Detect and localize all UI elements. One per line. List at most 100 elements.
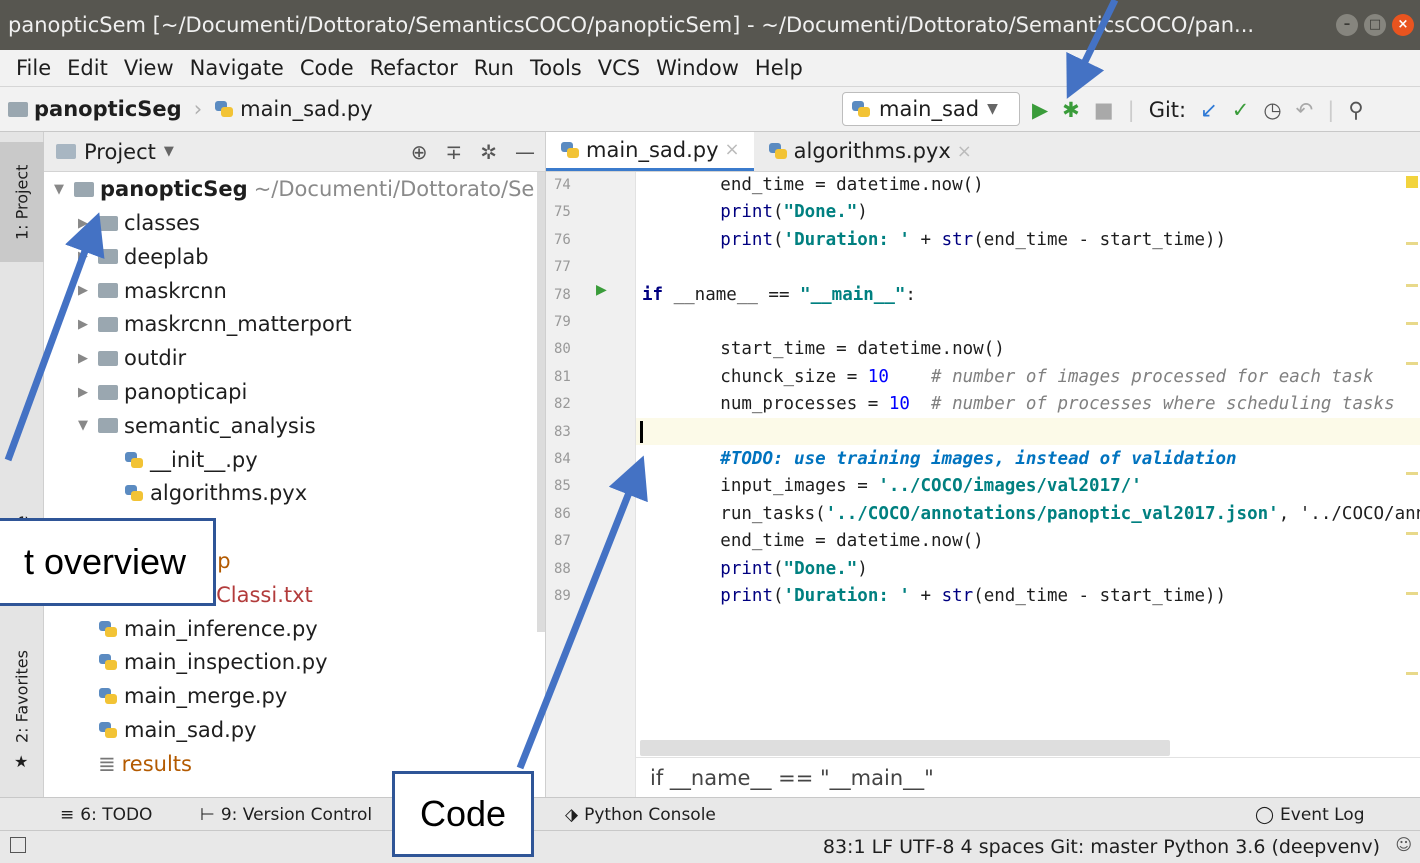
vcs-commit-icon[interactable]: ✓ bbox=[1232, 98, 1250, 122]
minimize-button[interactable]: – bbox=[1336, 14, 1358, 36]
editor-panel: main_sad.py × algorithms.pyx × 74 75 76 77 7… bbox=[546, 132, 1420, 797]
editor-breadcrumb[interactable]: if __name__ == "__main__" bbox=[636, 757, 1420, 797]
tree-folder[interactable]: ▶ maskrcnn_matterport bbox=[78, 307, 352, 341]
tab-main-sad[interactable]: main_sad.py × bbox=[546, 132, 754, 171]
code-line[interactable]: run_tasks('../COCO/annotations/panoptic_… bbox=[636, 501, 1420, 528]
collapsed-arrow-icon[interactable]: ▶ bbox=[78, 216, 92, 231]
expand-arrow-icon[interactable]: ▼ bbox=[78, 418, 92, 433]
code-line[interactable]: if __name__ == "__main__": bbox=[642, 282, 916, 309]
collapsed-arrow-icon[interactable]: ▶ bbox=[78, 317, 92, 332]
tree-file[interactable]: __init__.py bbox=[104, 443, 258, 477]
run-gutter-icon[interactable]: ▶ bbox=[596, 282, 607, 298]
toggle-panels-icon[interactable] bbox=[10, 837, 26, 853]
stripe-mark[interactable] bbox=[1406, 284, 1418, 287]
menu-refactor[interactable]: Refactor bbox=[362, 56, 466, 80]
hide-icon[interactable]: — bbox=[515, 140, 535, 164]
status-info[interactable]: 83:1 LF UTF-8 4 spaces Git: master Pytho… bbox=[823, 831, 1380, 863]
menu-window[interactable]: Window bbox=[648, 56, 747, 80]
breadcrumb-project[interactable]: panopticSeg bbox=[34, 97, 182, 121]
menu-edit[interactable]: Edit bbox=[59, 56, 116, 80]
stripe-mark[interactable] bbox=[1406, 242, 1418, 245]
tab-favorites-toolwindow[interactable]: 2: Favorites bbox=[0, 632, 44, 762]
stripe-mark[interactable] bbox=[1406, 362, 1418, 365]
tree-file[interactable]: main_inference.py bbox=[78, 612, 318, 646]
inspector-icon[interactable]: ☺ bbox=[1395, 835, 1412, 854]
tree-file[interactable]: main_sad.py bbox=[78, 713, 257, 747]
menu-view[interactable]: View bbox=[116, 56, 182, 80]
tool-window-event-log[interactable]: ◯ Event Log bbox=[1255, 798, 1365, 831]
tab-algorithms[interactable]: algorithms.pyx × bbox=[754, 132, 986, 171]
tree-file[interactable]: main_merge.py bbox=[78, 679, 287, 713]
collapsed-arrow-icon[interactable]: ▶ bbox=[78, 385, 92, 400]
tree-folder[interactable]: ▼ semantic_analysis bbox=[78, 409, 316, 443]
tree-file[interactable]: algorithms.pyx bbox=[104, 476, 307, 510]
project-scrollbar[interactable] bbox=[537, 172, 545, 632]
line-number: 79 bbox=[554, 314, 571, 330]
maximize-button[interactable]: □ bbox=[1364, 14, 1386, 36]
revert-icon[interactable]: ↶ bbox=[1296, 98, 1314, 122]
tab-project-toolwindow[interactable]: 1: Project bbox=[0, 142, 44, 262]
code-line[interactable]: print('Duration: ' + str(end_time - star… bbox=[636, 583, 1226, 610]
tab-project-label: 1: Project bbox=[12, 164, 32, 240]
code-line[interactable]: end_time = datetime.now() bbox=[636, 528, 983, 555]
analysis-status-icon[interactable] bbox=[1406, 176, 1418, 188]
locate-icon[interactable]: ⊕ bbox=[411, 140, 428, 164]
code-line[interactable]: print("Done.") bbox=[636, 556, 868, 583]
search-icon[interactable]: ⚲ bbox=[1348, 98, 1363, 122]
menu-navigate[interactable]: Navigate bbox=[182, 56, 292, 80]
run-config-selector[interactable]: main_sad ▼ bbox=[842, 92, 1020, 126]
run-icon[interactable]: ▶ bbox=[1032, 98, 1048, 122]
code-line[interactable]: #TODO: use training images, instead of v… bbox=[636, 446, 1236, 473]
tool-window-python-console[interactable]: ⬗ Python Console bbox=[565, 798, 716, 831]
menu-help[interactable]: Help bbox=[747, 56, 811, 80]
stripe-mark[interactable] bbox=[1406, 532, 1418, 535]
stripe-mark[interactable] bbox=[1406, 472, 1418, 475]
menu-run[interactable]: Run bbox=[466, 56, 522, 80]
editor-horizontal-scrollbar[interactable] bbox=[640, 740, 1170, 756]
code-line[interactable]: print('Duration: ' + str(end_time - star… bbox=[636, 227, 1226, 254]
tree-folder[interactable]: ▶ outdir bbox=[78, 341, 186, 375]
code-line[interactable]: start_time = datetime.now() bbox=[636, 336, 1004, 363]
collapsed-arrow-icon[interactable]: ▶ bbox=[78, 249, 92, 264]
code-line[interactable]: chunck_size = 10 # number of images proc… bbox=[636, 364, 1373, 391]
close-tab-icon[interactable]: × bbox=[725, 139, 740, 160]
debug-icon[interactable]: ✱ bbox=[1062, 98, 1080, 122]
menu-code[interactable]: Code bbox=[292, 56, 362, 80]
close-button[interactable]: × bbox=[1392, 14, 1414, 36]
tree-folder[interactable]: ▶ panopticapi bbox=[78, 375, 247, 409]
tree-root[interactable]: ▼ panopticSeg ~/Documenti/Dottorato/Se bbox=[54, 172, 534, 206]
close-tab-icon[interactable]: × bbox=[957, 141, 972, 162]
menu-tools[interactable]: Tools bbox=[522, 56, 590, 80]
vcs-update-icon[interactable]: ↙ bbox=[1200, 98, 1218, 122]
code-line[interactable]: print("Done.") bbox=[636, 199, 868, 226]
tree-file[interactable]: ≣ results bbox=[78, 747, 192, 781]
code-line[interactable]: num_processes = 10 # number of processes… bbox=[636, 391, 1394, 418]
menu-vcs[interactable]: VCS bbox=[590, 56, 648, 80]
stripe-mark[interactable] bbox=[1406, 322, 1418, 325]
breadcrumb-file[interactable]: main_sad.py bbox=[240, 97, 373, 121]
history-icon[interactable]: ◷ bbox=[1263, 98, 1281, 122]
tool-window-vcs[interactable]: ⊢ 9: Version Control bbox=[200, 798, 372, 831]
tree-folder[interactable]: ▶ classes bbox=[78, 206, 200, 240]
collapse-all-icon[interactable]: ∓ bbox=[445, 140, 462, 164]
tree-file[interactable]: main_inspection.py bbox=[78, 645, 328, 679]
line-number-gutter[interactable]: 74 75 76 77 78 79 80 81 82 83 84 85 86 87 88 89 ▶ bbox=[546, 172, 636, 797]
error-stripe[interactable] bbox=[1404, 172, 1420, 757]
stripe-mark[interactable] bbox=[1406, 672, 1418, 675]
tool-window-todo[interactable]: ≡ 6: TODO bbox=[60, 798, 152, 831]
tree-folder[interactable]: ▶ maskrcnn bbox=[78, 274, 227, 308]
gear-icon[interactable]: ✲ bbox=[480, 140, 497, 164]
run-config-label: main_sad bbox=[879, 97, 980, 121]
tree-folder[interactable]: ▶ deeplab bbox=[78, 240, 209, 274]
collapsed-arrow-icon[interactable]: ▶ bbox=[78, 351, 92, 366]
collapsed-arrow-icon[interactable]: ▶ bbox=[78, 283, 92, 298]
stripe-mark[interactable] bbox=[1406, 592, 1418, 595]
stop-icon[interactable]: ■ bbox=[1094, 98, 1114, 122]
project-view-selector[interactable]: Project bbox=[84, 140, 156, 164]
menu-file[interactable]: File bbox=[8, 56, 59, 80]
code-area[interactable]: end_time = datetime.now() print("Done.")… bbox=[636, 172, 1420, 797]
code-line[interactable]: input_images = '../COCO/images/val2017/' bbox=[636, 473, 1141, 500]
code-line[interactable]: end_time = datetime.now() bbox=[636, 172, 983, 199]
chevron-down-icon[interactable]: ▼ bbox=[164, 144, 174, 159]
tree-item-label: main_inspection.py bbox=[124, 650, 328, 675]
